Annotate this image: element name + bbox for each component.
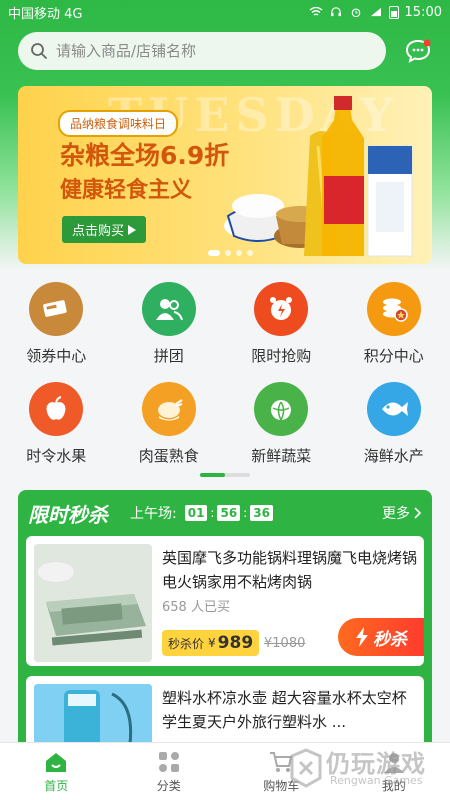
category-seafood[interactable]: 海鲜水产 [338, 382, 450, 482]
product-image [34, 544, 152, 662]
lightning-icon [356, 627, 368, 647]
promo-banner[interactable]: TUESDAY 品纳粮食调味料日 杂粮全场6.9折 健康轻食主义 点击购买 [18, 86, 432, 264]
coupon-icon [29, 282, 84, 336]
category-label: 新鲜蔬菜 [251, 447, 312, 465]
tab-category[interactable]: 分类 [113, 743, 226, 800]
product-sold-count: 658 人已买 [162, 600, 230, 615]
banner-product-illustration [224, 96, 413, 257]
category-label: 积分中心 [363, 347, 424, 365]
banner-pagination [208, 250, 253, 256]
category-points-center[interactable]: 积分中心 [338, 282, 450, 382]
banner-dot[interactable] [225, 250, 231, 256]
flash-price-tag: 秒杀价 ¥ 989 [162, 630, 260, 656]
status-bar: 中国移动 4G 15:00 [0, 0, 450, 24]
apple-icon [29, 382, 84, 436]
tab-home[interactable]: 首页 [0, 743, 113, 800]
product-name: 塑料水杯凉水壶 超大容量水杯太空杯学生夏天户外旅行塑料水 ... [162, 689, 407, 731]
product-card[interactable]: 英国摩飞多功能锅料理锅魔飞电烧烤锅电火锅家用不粘烤肉锅 658 人已买 秒杀价 … [26, 536, 424, 666]
clock-time: 15:00 [404, 4, 442, 20]
headset-icon [330, 7, 341, 17]
category-label: 时令水果 [26, 447, 87, 465]
watermark-sub: Rengwan Games [330, 774, 423, 787]
product-name: 英国摩飞多功能锅料理锅魔飞电烧烤锅电火锅家用不粘烤肉锅 [162, 549, 418, 591]
category-coupon-center[interactable]: 领券中心 [0, 282, 113, 382]
flash-buy-label: 秒杀 [373, 629, 407, 650]
banner-dot[interactable] [247, 250, 253, 256]
carrier-label: 中国移动 4G [8, 6, 83, 22]
category-label: 肉蛋熟食 [138, 447, 199, 465]
more-label: 更多 [382, 506, 410, 522]
flash-buy-button[interactable]: 秒杀 [338, 618, 424, 656]
group-icon [141, 282, 196, 336]
banner-dot[interactable] [236, 250, 242, 256]
message-button[interactable] [404, 37, 432, 65]
search-icon [31, 43, 47, 59]
category-fresh-vegetables[interactable]: 新鲜蔬菜 [225, 382, 338, 482]
search-bar[interactable] [18, 32, 386, 70]
play-arrow-icon [128, 224, 137, 235]
wifi-icon [309, 7, 322, 16]
banner-headline: 杂粮全场6.9折 [60, 141, 230, 170]
watermark-glyph-icon [290, 748, 322, 788]
search-row [18, 32, 432, 70]
banner-buy-button[interactable]: 点击购买 [62, 216, 147, 243]
flash-sale-header: 限时秒杀 上午场: 01 : 56 : 36 更多 [18, 490, 432, 536]
more-link[interactable]: 更多 [382, 503, 422, 523]
watermark-logo: 仍玩游戏 Rengwan Games [286, 742, 436, 798]
flash-sale-section: 限时秒杀 上午场: 01 : 56 : 36 更多 英国摩飞多功能锅料理锅魔飞电… [18, 490, 432, 758]
signal-icon [370, 7, 381, 17]
category-icon [158, 752, 179, 772]
flash-sale-title: 限时秒杀 [28, 502, 108, 527]
price-label: 秒杀价 [168, 636, 205, 651]
product-price: 989 [217, 633, 254, 653]
countdown-seconds: 36 [250, 505, 273, 521]
category-label: 限时抢购 [251, 347, 312, 365]
category-label: 拼团 [153, 347, 184, 365]
tab-label: 分类 [156, 779, 181, 793]
countdown-hours: 01 [184, 505, 208, 521]
banner-buy-label: 点击购买 [72, 224, 125, 239]
fish-icon [366, 382, 421, 436]
banner-dot[interactable] [208, 250, 220, 256]
countdown-minutes: 56 [217, 505, 241, 521]
chat-bubble-icon [405, 39, 431, 63]
category-flash-sale[interactable]: 限时抢购 [225, 282, 338, 382]
cabbage-icon [254, 382, 309, 436]
currency-symbol: ¥ [208, 636, 216, 650]
coins-icon [366, 282, 421, 336]
category-label: 海鲜水产 [363, 447, 424, 465]
countdown-timer: 01 : 56 : 36 [184, 505, 273, 521]
home-icon [46, 753, 67, 772]
category-label: 领券中心 [26, 347, 87, 365]
category-seasonal-fruit[interactable]: 时令水果 [0, 382, 113, 482]
alarm-clock-icon [254, 282, 309, 336]
tab-label: 首页 [44, 779, 69, 793]
banner-subline: 健康轻食主义 [60, 178, 193, 203]
category-meat-eggs[interactable]: 肉蛋熟食 [113, 382, 226, 482]
session-label: 上午场: [130, 506, 177, 522]
search-input[interactable] [56, 42, 356, 60]
category-group-buy[interactable]: 拼团 [113, 282, 226, 382]
category-grid: 领券中心 拼团 限时抢购 积分中心 时令水果 肉蛋熟食 新鲜蔬菜 海鲜水产 [0, 282, 450, 482]
alarm-icon [351, 8, 360, 17]
battery-icon [388, 5, 399, 19]
chevron-right-icon [414, 507, 422, 519]
banner-tag: 品纳粮食调味料日 [58, 110, 179, 137]
grid-page-indicator [200, 473, 250, 477]
chicken-icon [141, 382, 196, 436]
original-price: ¥1080 [264, 636, 306, 651]
